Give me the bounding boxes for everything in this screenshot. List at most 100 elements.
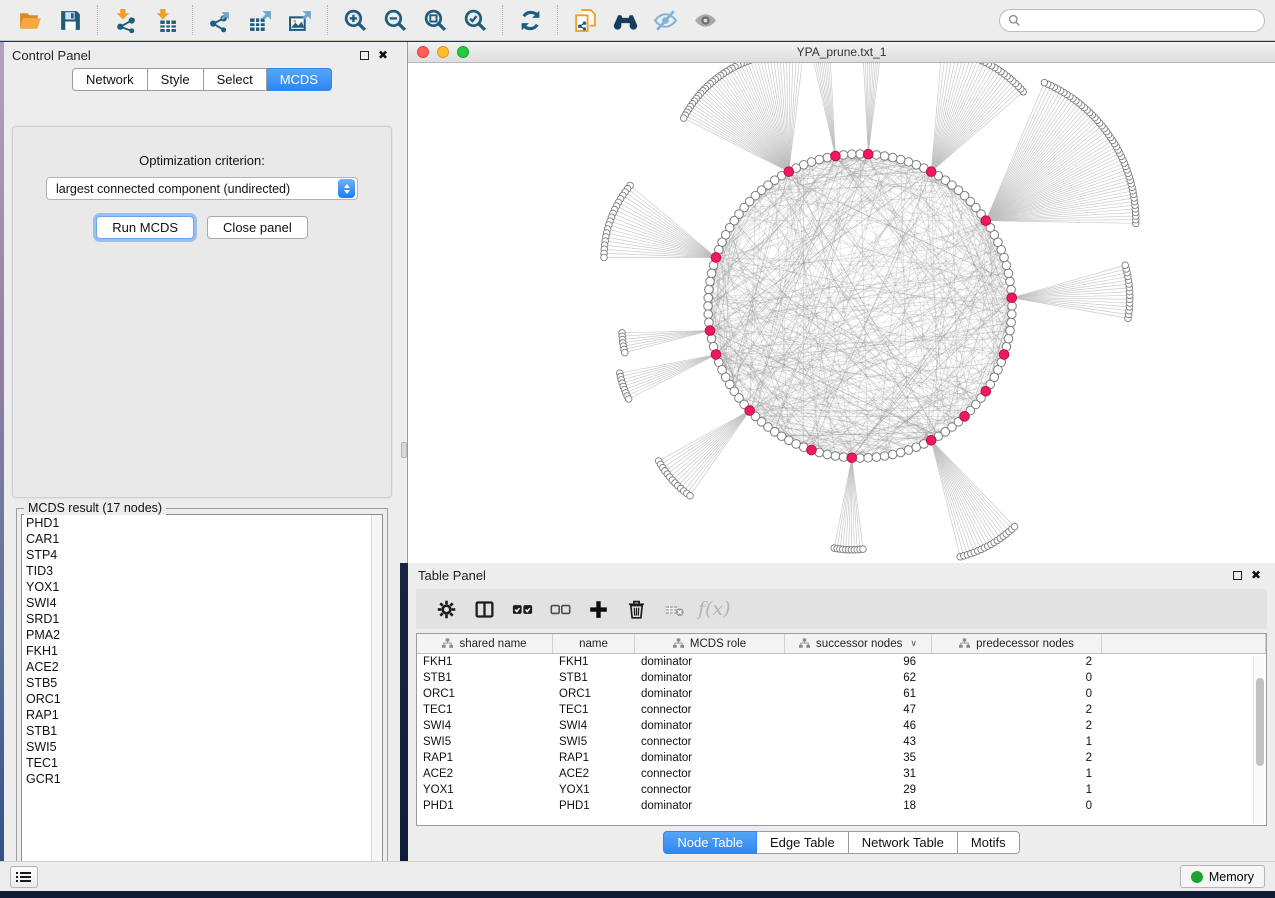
export-image-button[interactable] xyxy=(280,3,320,37)
deselect-all-button[interactable] xyxy=(544,593,576,625)
mcds-hub-node[interactable] xyxy=(745,406,755,416)
create-column-button[interactable] xyxy=(582,593,614,625)
mcds-result-item[interactable]: PHD1 xyxy=(22,515,382,531)
network-node[interactable] xyxy=(704,310,713,319)
tab-network-table[interactable]: Network Table xyxy=(849,831,958,854)
network-node[interactable] xyxy=(896,155,905,164)
mcds-result-item[interactable]: SWI4 xyxy=(22,595,382,611)
network-graph-canvas[interactable] xyxy=(408,63,1275,562)
panel-divider[interactable] xyxy=(400,42,408,563)
mcds-result-item[interactable]: ORC1 xyxy=(22,691,382,707)
tab-edge-table[interactable]: Edge Table xyxy=(757,831,849,854)
network-node[interactable] xyxy=(1006,277,1015,286)
mcds-hub-node[interactable] xyxy=(981,216,991,226)
copy-share-button[interactable] xyxy=(565,3,605,37)
table-row[interactable]: RAP1RAP1dominator352 xyxy=(417,750,1266,766)
mcds-hub-node[interactable] xyxy=(960,412,970,422)
network-node[interactable] xyxy=(704,302,713,311)
network-leaf-node[interactable] xyxy=(622,349,629,356)
mcds-hub-node[interactable] xyxy=(831,151,841,161)
zoom-out-button[interactable] xyxy=(375,3,415,37)
show-all-button[interactable] xyxy=(685,3,725,37)
table-row[interactable]: YOX1YOX1connector291 xyxy=(417,782,1266,798)
column-header-MCDS-role[interactable]: MCDS role xyxy=(635,634,785,653)
mcds-result-item[interactable]: PMA2 xyxy=(22,627,382,643)
mcds-result-item[interactable]: GCR1 xyxy=(22,771,382,787)
import-table-button[interactable] xyxy=(145,3,185,37)
mcds-hub-node[interactable] xyxy=(981,387,991,397)
mcds-result-item[interactable]: SWI5 xyxy=(22,739,382,755)
mcds-hub-node[interactable] xyxy=(711,350,721,360)
tab-motifs[interactable]: Motifs xyxy=(958,831,1020,854)
network-leaf-node[interactable] xyxy=(1122,262,1129,269)
network-node[interactable] xyxy=(1006,326,1015,335)
mcds-result-item[interactable]: SRD1 xyxy=(22,611,382,627)
mcds-hub-node[interactable] xyxy=(807,445,817,455)
task-history-button[interactable] xyxy=(10,866,38,888)
network-node[interactable] xyxy=(896,448,905,457)
network-node[interactable] xyxy=(1002,261,1011,270)
network-node[interactable] xyxy=(1007,310,1016,319)
select-all-button[interactable] xyxy=(506,593,538,625)
close-panel-icon[interactable]: ✖ xyxy=(378,49,388,61)
mcds-hub-node[interactable] xyxy=(926,435,936,445)
network-window-titlebar[interactable]: YPA_prune.txt_1 xyxy=(408,42,1275,63)
zoom-selected-button[interactable] xyxy=(455,3,495,37)
network-node[interactable] xyxy=(880,152,889,161)
optimization-criterion-select[interactable]: largest connected component (undirected) xyxy=(46,177,358,200)
column-header-predecessor-nodes[interactable]: predecessor nodes xyxy=(932,634,1102,653)
network-node[interactable] xyxy=(847,150,856,159)
network-node[interactable] xyxy=(707,269,716,278)
export-table-button[interactable] xyxy=(240,3,280,37)
network-node[interactable] xyxy=(864,453,873,462)
table-row[interactable]: TEC1TEC1connector472 xyxy=(417,702,1266,718)
network-node[interactable] xyxy=(704,293,713,302)
network-leaf-node[interactable] xyxy=(1011,523,1018,530)
network-node[interactable] xyxy=(888,450,897,459)
column-header-successor-nodes[interactable]: successor nodes∨ xyxy=(785,634,932,653)
tab-mcds[interactable]: MCDS xyxy=(267,68,332,91)
open-file-button[interactable] xyxy=(10,3,50,37)
mcds-result-item[interactable]: TID3 xyxy=(22,563,382,579)
function-builder-button[interactable]: f(x) xyxy=(698,598,731,620)
float-table-panel-icon[interactable] xyxy=(1233,571,1242,580)
network-leaf-node[interactable] xyxy=(860,546,867,553)
table-row[interactable]: SWI5SWI5connector431 xyxy=(417,734,1266,750)
memory-button[interactable]: Memory xyxy=(1180,865,1265,888)
export-network-button[interactable] xyxy=(200,3,240,37)
network-node[interactable] xyxy=(1004,269,1013,278)
table-row[interactable]: PHD1PHD1dominator180 xyxy=(417,798,1266,814)
table-row[interactable]: SWI4SWI4dominator462 xyxy=(417,718,1266,734)
close-table-panel-icon[interactable]: ✖ xyxy=(1251,569,1261,581)
search-input[interactable] xyxy=(1026,13,1256,27)
column-header-shared-name[interactable]: shared name xyxy=(417,634,553,653)
mcds-result-item[interactable]: CAR1 xyxy=(22,531,382,547)
tab-node-table[interactable]: Node Table xyxy=(663,831,757,854)
table-row[interactable]: STB1STB1dominator620 xyxy=(417,670,1266,686)
network-node[interactable] xyxy=(705,285,714,294)
search-network-button[interactable] xyxy=(605,3,645,37)
mcds-hub-node[interactable] xyxy=(784,167,794,177)
table-scrollbar[interactable] xyxy=(1253,656,1265,824)
network-node[interactable] xyxy=(823,450,832,459)
network-node[interactable] xyxy=(831,452,840,461)
tab-style[interactable]: Style xyxy=(148,68,204,91)
import-network-button[interactable] xyxy=(105,3,145,37)
show-columns-button[interactable] xyxy=(468,593,500,625)
mcds-result-item[interactable]: ACE2 xyxy=(22,659,382,675)
mcds-result-item[interactable]: TEC1 xyxy=(22,755,382,771)
close-panel-button[interactable]: Close panel xyxy=(207,216,308,239)
network-node[interactable] xyxy=(880,452,889,461)
table-row[interactable]: FKH1FKH1dominator962 xyxy=(417,654,1266,670)
network-leaf-node[interactable] xyxy=(601,254,608,261)
mcds-result-item[interactable]: YOX1 xyxy=(22,579,382,595)
mcds-hub-node[interactable] xyxy=(705,326,715,336)
network-leaf-node[interactable] xyxy=(680,115,687,122)
network-leaf-node[interactable] xyxy=(687,492,694,499)
delete-column-button[interactable] xyxy=(658,593,690,625)
mcds-hub-node[interactable] xyxy=(1007,293,1017,303)
tab-select[interactable]: Select xyxy=(204,68,267,91)
network-node[interactable] xyxy=(706,277,715,286)
column-header-name[interactable]: name xyxy=(553,634,635,653)
network-node[interactable] xyxy=(904,158,913,167)
